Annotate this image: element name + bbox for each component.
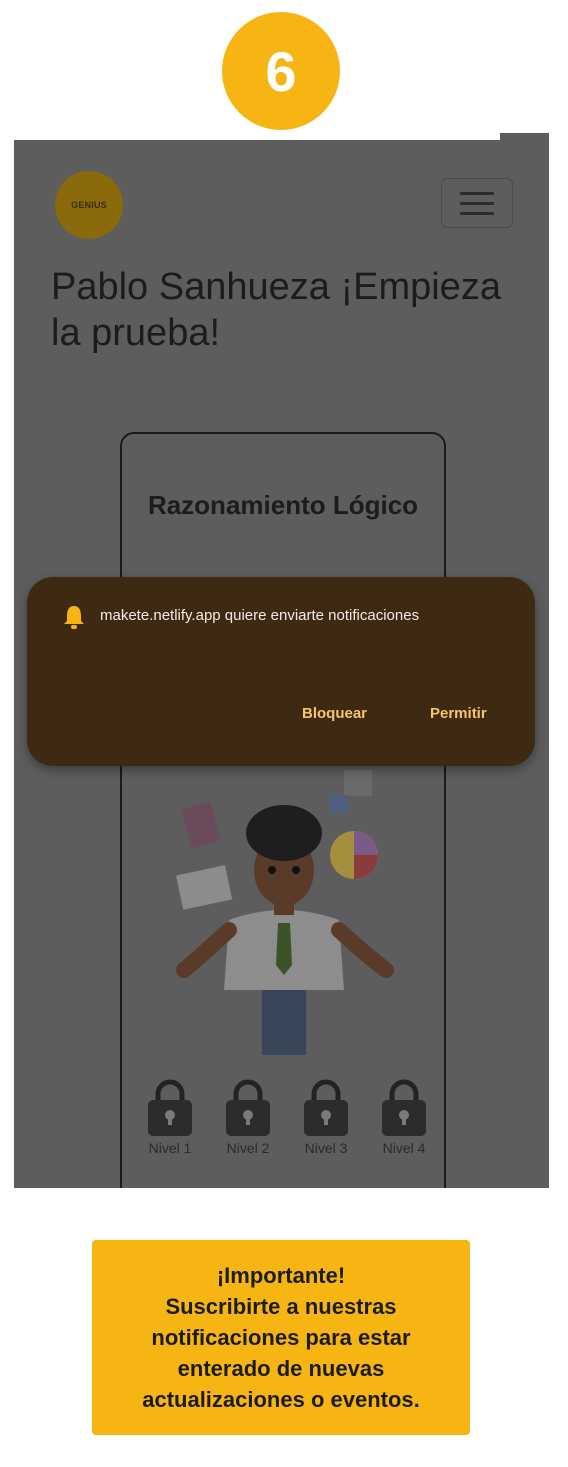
callout-line: notificaciones para estar bbox=[151, 1325, 411, 1350]
lock-icon bbox=[148, 1079, 192, 1136]
level-item[interactable]: Nivel 1 bbox=[142, 1078, 198, 1156]
callout-line: enterado de nuevas bbox=[177, 1356, 385, 1381]
allow-button[interactable]: Permitir bbox=[430, 705, 487, 722]
genius-logo[interactable]: GENIUS bbox=[55, 171, 123, 239]
lock-icon bbox=[304, 1079, 348, 1136]
level-label: Nivel 2 bbox=[226, 1140, 270, 1156]
callout-line: ¡Importante! bbox=[216, 1263, 346, 1288]
block-button[interactable]: Bloquear bbox=[302, 705, 367, 722]
level-item[interactable]: Nivel 2 bbox=[220, 1078, 276, 1156]
notification-message: makete.netlify.app quiere enviarte notif… bbox=[100, 607, 420, 624]
notification-permission-prompt: makete.netlify.app quiere enviarte notif… bbox=[27, 577, 535, 766]
page-title: Pablo Sanhueza ¡Empieza la prueba! bbox=[51, 266, 501, 354]
student-illustration bbox=[176, 770, 394, 1055]
callout-line: actualizaciones o eventos. bbox=[142, 1387, 420, 1412]
level-label: Nivel 4 bbox=[382, 1140, 426, 1156]
card-title: Razonamiento Lógico bbox=[147, 490, 419, 520]
important-callout: ¡Importante! Suscribirte a nuestras noti… bbox=[92, 1240, 470, 1435]
level-label: Nivel 3 bbox=[304, 1140, 348, 1156]
lock-icon bbox=[226, 1079, 270, 1136]
hamburger-menu-icon bbox=[460, 191, 494, 195]
level-list: Nivel 1 Nivel 2 Nivel 3 Nivel 4 bbox=[142, 1078, 432, 1156]
level-label: Nivel 1 bbox=[148, 1140, 192, 1156]
hamburger-menu-button[interactable] bbox=[441, 178, 513, 228]
lock-icon bbox=[382, 1079, 426, 1136]
bell-icon bbox=[64, 606, 84, 629]
level-item[interactable]: Nivel 3 bbox=[298, 1078, 354, 1156]
level-item[interactable]: Nivel 4 bbox=[376, 1078, 432, 1156]
callout-line: Suscribirte a nuestras bbox=[165, 1294, 397, 1319]
step-number-badge: 6 bbox=[222, 12, 340, 130]
